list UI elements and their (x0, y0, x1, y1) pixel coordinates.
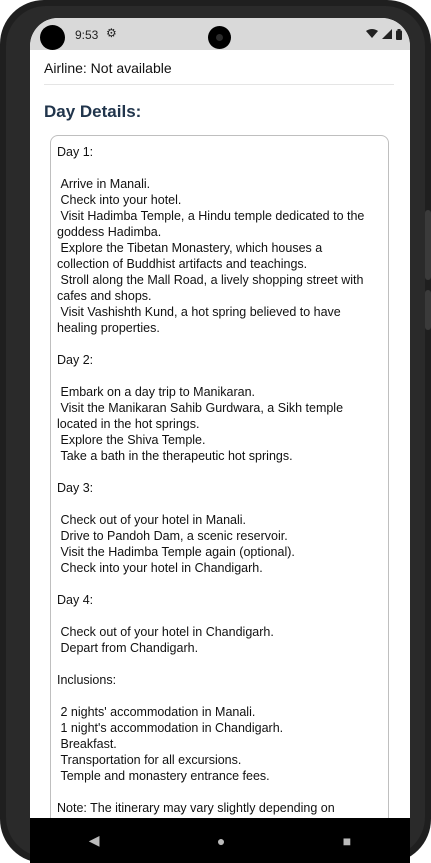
recents-icon[interactable]: ■ (343, 833, 351, 849)
settings-icon: ⚙ (106, 26, 117, 40)
volume-button (425, 290, 431, 330)
main-content[interactable]: Airline: Not available Day Details: Day … (30, 50, 410, 818)
airline-info: Airline: Not available (44, 60, 172, 76)
front-camera-icon (40, 25, 65, 50)
wifi-icon (366, 29, 378, 38)
divider (44, 84, 394, 85)
navigation-bar: ◀ ● ■ (30, 818, 410, 863)
status-time: 9:53 (75, 28, 99, 42)
power-button (425, 210, 431, 280)
system-icons (366, 27, 402, 41)
screen: 9:53 ⚙ Airline: Not available Day Detail… (30, 18, 410, 818)
day-details-text: Day 1: Arrive in Manali. Check into your… (57, 145, 365, 818)
battery-icon (396, 28, 402, 40)
center-camera-icon (208, 26, 231, 49)
day-details-title: Day Details: (44, 102, 142, 121)
status-bar: 9:53 ⚙ (30, 18, 410, 50)
home-icon[interactable]: ● (217, 833, 225, 849)
back-icon[interactable]: ◀ (89, 832, 100, 849)
phone-frame: 9:53 ⚙ Airline: Not available Day Detail… (0, 0, 431, 863)
signal-icon (382, 29, 392, 39)
